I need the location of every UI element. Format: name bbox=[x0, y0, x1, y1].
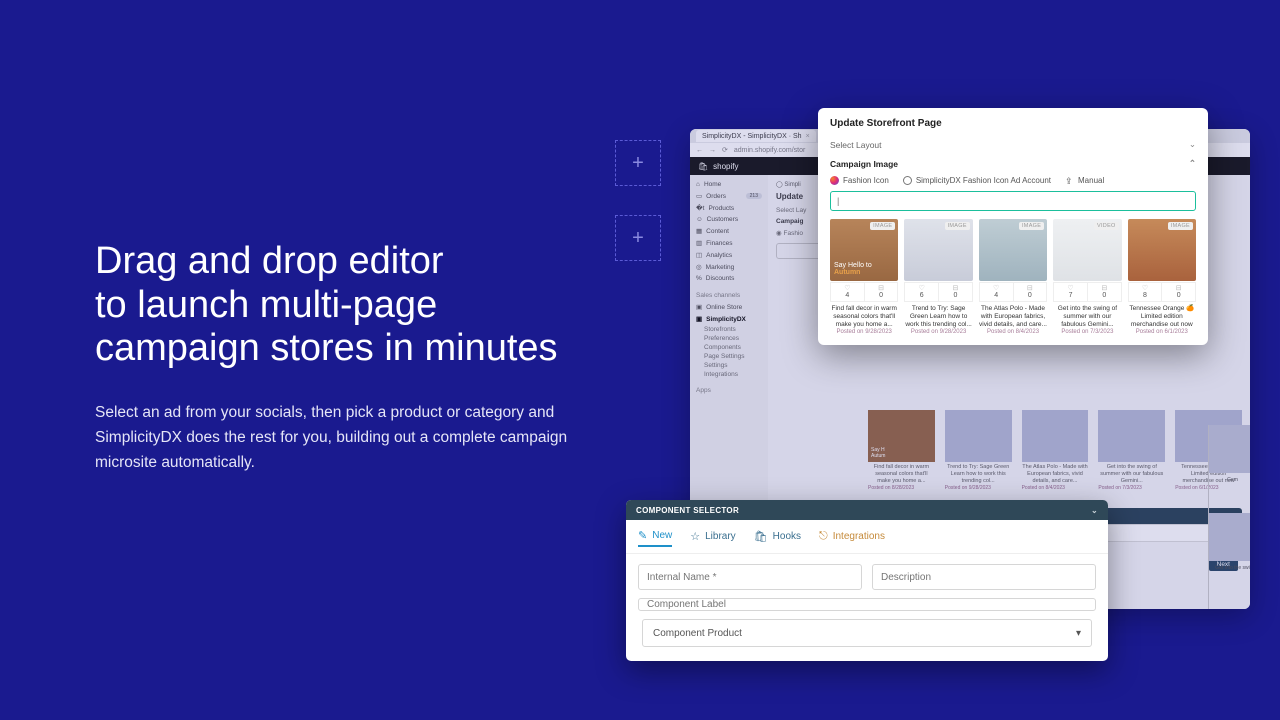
nav-finances[interactable]: ▥ Finances bbox=[692, 237, 766, 249]
hero-text: Drag and drop editor to launch multi-pag… bbox=[95, 240, 595, 475]
nav-content[interactable]: ▦ Content bbox=[692, 225, 766, 237]
source-tabs: Fashion Icon SimplicityDX Fashion Icon A… bbox=[830, 173, 1196, 191]
image-card[interactable]: IMAGE ♡4⊟0 The Atlas Polo - Made with Eu… bbox=[979, 219, 1047, 335]
image-card-grid: IMAGE Say Hello toAutumn ♡4 ⊟0 Find fall… bbox=[830, 219, 1196, 335]
tab-title: SimplicityDX - SimplicityDX · Sh bbox=[702, 133, 802, 140]
subnav-page-settings[interactable]: Page Settings bbox=[692, 352, 766, 361]
decorative-plus-box: + bbox=[615, 140, 661, 186]
card-thumb: IMAGE bbox=[904, 219, 972, 281]
back-icon[interactable]: ← bbox=[696, 147, 703, 154]
search-wrap bbox=[830, 191, 1196, 211]
search-input[interactable] bbox=[830, 191, 1196, 211]
image-card[interactable]: VIDEO ♡7⊟0 Get into the swing of summer … bbox=[1053, 219, 1121, 335]
browser-tab[interactable]: SimplicityDX - SimplicityDX · Sh × bbox=[696, 130, 816, 142]
target-icon bbox=[903, 176, 912, 185]
campaign-image-row[interactable]: Campaign Image ⌃ bbox=[830, 154, 1196, 173]
nav-analytics[interactable]: ◫ Analytics bbox=[692, 249, 766, 261]
nav-products[interactable]: �t Products bbox=[692, 202, 766, 214]
nav-home[interactable]: ⌂ Home bbox=[692, 179, 766, 190]
shopify-brand: shopify bbox=[713, 162, 738, 171]
nav-simplicitydx[interactable]: ▣ SimplicityDX bbox=[692, 313, 766, 325]
media-badge: IMAGE bbox=[870, 222, 895, 230]
nav-online-store[interactable]: ▣ Online Store bbox=[692, 301, 766, 313]
image-card[interactable]: IMAGE Say Hello toAutumn ♡4 ⊟0 Find fall… bbox=[830, 219, 898, 335]
card-thumb: IMAGE bbox=[979, 219, 1047, 281]
hero-heading: Drag and drop editor to launch multi-pag… bbox=[95, 240, 595, 371]
description-input[interactable] bbox=[872, 564, 1096, 590]
media-badge: IMAGE bbox=[1168, 222, 1193, 230]
nav-customers[interactable]: ☺ Customers bbox=[692, 214, 766, 225]
media-badge: IMAGE bbox=[945, 222, 970, 230]
source-tab-ad-account[interactable]: SimplicityDX Fashion Icon Ad Account bbox=[903, 176, 1051, 185]
right-preview-strip: Gem Get into the swi bbox=[1208, 425, 1250, 609]
tab-integrations[interactable]: ⎋Integrations bbox=[819, 526, 885, 547]
chevron-down-icon: ▾ bbox=[1076, 628, 1081, 639]
subnav-integrations[interactable]: Integrations bbox=[692, 370, 766, 379]
internal-name-input[interactable] bbox=[638, 564, 862, 590]
star-icon: ☆ bbox=[690, 530, 700, 543]
source-tab-instagram[interactable]: Fashion Icon bbox=[830, 176, 889, 185]
chevron-down-icon: ⌄ bbox=[1189, 139, 1196, 150]
upload-icon: ⇪ bbox=[1065, 176, 1074, 185]
image-card[interactable]: IMAGE ♡6⊟0 Trend to Try: Sage Green Lear… bbox=[904, 219, 972, 335]
hero-subtext: Select an ad from your socials, then pic… bbox=[95, 401, 595, 475]
chevron-down-icon: ⌄ bbox=[1091, 506, 1098, 515]
chevron-up-icon: ⌃ bbox=[1189, 158, 1196, 169]
image-card[interactable]: IMAGE ♡8⊟0 Tennessee Orange 🍊 Limited ed… bbox=[1128, 219, 1196, 335]
forward-icon[interactable]: → bbox=[709, 147, 716, 154]
popover-title: Update Storefront Page bbox=[830, 118, 1196, 129]
card-stats: ♡4 ⊟0 bbox=[830, 282, 898, 302]
card-thumb: IMAGE bbox=[1128, 219, 1196, 281]
component-selector-tabs: ✎New ☆Library 🛍Hooks ⎋Integrations bbox=[626, 520, 1108, 554]
update-storefront-popover: Update Storefront Page Select Layout ⌄ C… bbox=[818, 108, 1208, 345]
pencil-icon: ✎ bbox=[638, 529, 647, 542]
component-product-select[interactable]: Component Product ▾ bbox=[642, 619, 1092, 647]
integrations-icon: ⎋ bbox=[819, 530, 828, 543]
card-title: Find fall decor in warm seasonal colors … bbox=[830, 305, 898, 328]
component-selector-panel: COMPONENT SELECTOR ⌄ ✎New ☆Library 🛍Hook… bbox=[626, 500, 1108, 661]
bag-icon: 🛍 bbox=[754, 530, 768, 543]
instagram-icon bbox=[830, 176, 839, 185]
heart-icon: ♡ bbox=[844, 285, 850, 292]
media-badge: IMAGE bbox=[1019, 222, 1044, 230]
nav-discounts[interactable]: % Discounts bbox=[692, 273, 766, 284]
url-text[interactable]: admin.shopify.com/stor bbox=[734, 147, 805, 154]
nav-marketing[interactable]: ◎ Marketing bbox=[692, 261, 766, 273]
ghost-card[interactable]: Get into the swing of summer with our fa… bbox=[1098, 410, 1165, 600]
select-layout-row[interactable]: Select Layout ⌄ bbox=[830, 135, 1196, 154]
component-form: Component Product ▾ bbox=[626, 554, 1108, 661]
tab-hooks[interactable]: 🛍Hooks bbox=[754, 526, 801, 547]
card-thumb: VIDEO bbox=[1053, 219, 1121, 281]
source-tab-manual[interactable]: ⇪Manual bbox=[1065, 176, 1104, 185]
nav-orders[interactable]: ▭ Orders213 bbox=[692, 190, 766, 202]
shopify-icon: 🛍 bbox=[698, 162, 708, 171]
component-label-input[interactable] bbox=[638, 598, 1096, 611]
card-date: Posted on 9/28/2023 bbox=[830, 329, 898, 335]
tab-new[interactable]: ✎New bbox=[638, 526, 672, 547]
orders-badge: 213 bbox=[746, 193, 762, 199]
decorative-plus-box: + bbox=[615, 215, 661, 261]
component-selector-header[interactable]: COMPONENT SELECTOR ⌄ bbox=[626, 500, 1108, 520]
tab-library[interactable]: ☆Library bbox=[690, 526, 735, 547]
reload-icon[interactable]: ⟳ bbox=[722, 146, 728, 154]
close-tab-icon[interactable]: × bbox=[806, 133, 810, 140]
subnav-storefronts[interactable]: Storefronts bbox=[692, 325, 766, 334]
subnav-preferences[interactable]: Preferences bbox=[692, 334, 766, 343]
comment-icon: ⊟ bbox=[878, 285, 884, 292]
media-badge: VIDEO bbox=[1094, 222, 1119, 230]
subnav-components[interactable]: Components bbox=[692, 343, 766, 352]
subnav-settings[interactable]: Settings bbox=[692, 361, 766, 370]
sidebar-section-apps: Apps bbox=[692, 385, 766, 396]
sidebar-section-sales: Sales channels bbox=[692, 290, 766, 301]
card-thumb: IMAGE Say Hello toAutumn bbox=[830, 219, 898, 281]
